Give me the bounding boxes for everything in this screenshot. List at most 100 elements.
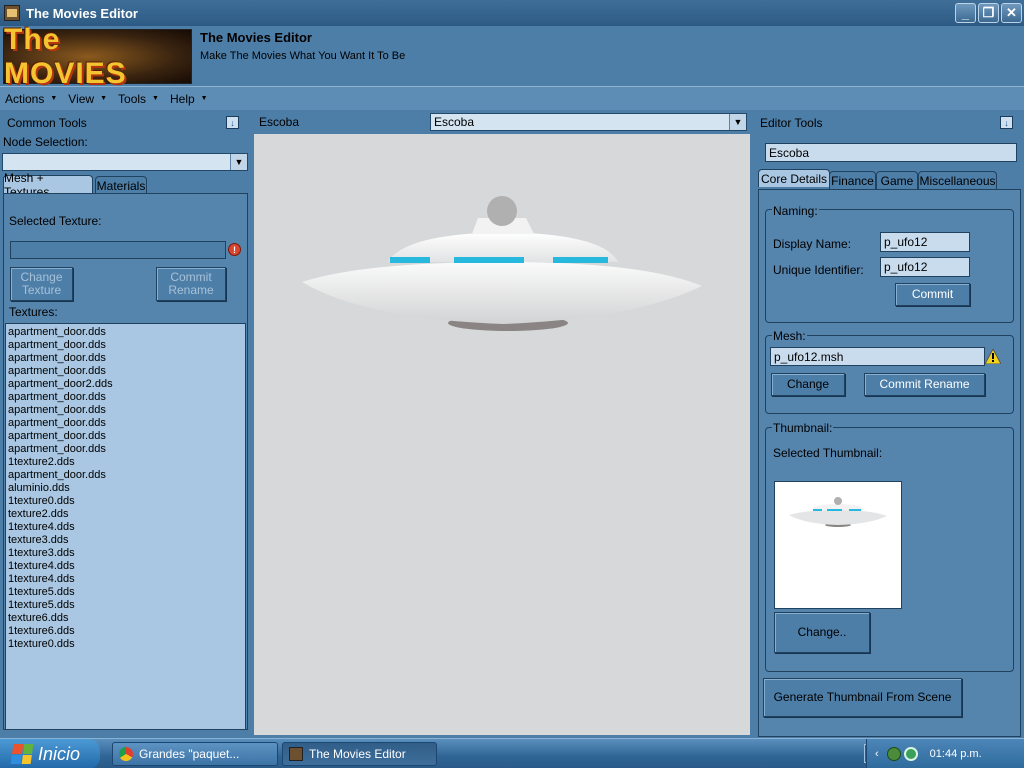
security-icon[interactable] xyxy=(903,747,918,761)
start-button[interactable]: Inicio xyxy=(0,739,100,768)
editor-tools-panel: Editor Tools ↓ Escoba Core Details Finan… xyxy=(752,113,1024,738)
thumbnail-image xyxy=(774,481,902,609)
texture-list-item[interactable]: apartment_door.dds xyxy=(8,469,243,482)
commit-button[interactable]: Commit xyxy=(895,283,970,306)
the-movies-logo: The MOVIES xyxy=(3,23,192,90)
selected-thumbnail-label: Selected Thumbnail: xyxy=(773,446,883,460)
menu-actions[interactable]: Actions ▼ xyxy=(5,92,57,106)
tray-expand-icon[interactable]: ‹ xyxy=(875,748,879,760)
texture-list-item[interactable]: 1texture4.dds xyxy=(8,560,243,573)
common-tools-title: Common Tools xyxy=(7,116,87,130)
tab-materials[interactable]: Materials xyxy=(95,176,147,194)
texture-list-item[interactable]: apartment_door.dds xyxy=(8,365,243,378)
mesh-file-field[interactable]: p_ufo12.msh xyxy=(770,347,985,366)
mesh-change-button[interactable]: Change xyxy=(771,373,845,396)
error-icon: ! xyxy=(228,243,241,256)
clock: 01:44 p.m. xyxy=(929,748,982,760)
network-icon[interactable] xyxy=(886,747,901,761)
texture-list-item[interactable]: apartment_door.dds xyxy=(8,417,243,430)
chrome-icon xyxy=(119,747,133,761)
commit-rename-button[interactable]: Commit Rename xyxy=(156,267,226,301)
ufo-thumbnail xyxy=(789,497,887,527)
textures-list[interactable]: apartment_door.dds apartment_door.dds apar… xyxy=(5,323,246,730)
texture-list-item[interactable]: texture3.dds xyxy=(8,534,243,547)
texture-list-item[interactable]: 1texture0.dds xyxy=(8,638,243,651)
item-name-field[interactable]: Escoba xyxy=(765,143,1017,162)
texture-list-item[interactable]: apartment_door.dds xyxy=(8,326,243,339)
caret-down-icon: ▼ xyxy=(152,95,159,102)
texture-list-item[interactable]: apartment_door.dds xyxy=(8,430,243,443)
texture-list-item[interactable]: apartment_door2.dds xyxy=(8,378,243,391)
texture-list-item[interactable]: 1texture4.dds xyxy=(8,573,243,586)
windows-logo-icon xyxy=(10,744,34,764)
minimize-button[interactable]: _ xyxy=(955,3,976,23)
texture-list-item[interactable]: aluminio.dds xyxy=(8,482,243,495)
app-title: The Movies Editor xyxy=(200,30,312,45)
node-selection-label: Node Selection: xyxy=(3,135,88,149)
caret-down-icon: ▼ xyxy=(100,95,108,102)
texture-list-item[interactable]: apartment_door.dds xyxy=(8,443,243,456)
texture-list-item[interactable]: apartment_door.dds xyxy=(8,404,243,417)
pin-icon[interactable]: ↓ xyxy=(226,116,239,129)
mesh-commit-rename-button[interactable]: Commit Rename xyxy=(864,373,985,396)
tab-miscellaneous[interactable]: Miscellaneous xyxy=(918,171,997,189)
system-tray: ‹ 01:44 p.m. xyxy=(866,739,1024,768)
pin-icon[interactable]: ↓ xyxy=(1000,116,1013,129)
caret-down-icon: ▼ xyxy=(50,95,58,102)
restore-button[interactable]: ❐ xyxy=(978,3,999,23)
app-subtitle: Make The Movies What You Want It To Be xyxy=(200,50,406,62)
model-select[interactable]: Escoba ▼ xyxy=(430,113,747,131)
taskbar: Inicio Grandes "paquet... The Movies Edi… xyxy=(0,738,1024,768)
menu-bar: Actions ▼ View ▼ Tools ▼ Help ▼ xyxy=(0,86,1024,110)
unique-identifier-field[interactable]: p_ufo12 xyxy=(880,257,970,277)
change-texture-button[interactable]: Change Texture xyxy=(10,267,73,301)
viewport-panel: Escoba Escoba ▼ xyxy=(254,113,750,738)
selected-texture-label: Selected Texture: xyxy=(9,214,102,228)
selected-texture-field[interactable] xyxy=(10,241,226,259)
display-name-label: Display Name: xyxy=(773,237,852,251)
texture-list-item[interactable]: 1texture2.dds xyxy=(8,456,243,469)
texture-list-item[interactable]: 1texture5.dds xyxy=(8,599,243,612)
texture-list-item[interactable]: 1texture0.dds xyxy=(8,495,243,508)
texture-list-item[interactable]: apartment_door.dds xyxy=(8,391,243,404)
display-name-field[interactable]: p_ufo12 xyxy=(880,232,970,252)
tab-mesh-textures[interactable]: Mesh + Textures xyxy=(3,171,93,199)
close-button[interactable]: ✕ xyxy=(1001,3,1022,23)
editor-tools-title: Editor Tools xyxy=(760,116,823,130)
chevron-down-icon[interactable]: ▼ xyxy=(729,114,746,130)
mesh-legend: Mesh: xyxy=(772,329,807,343)
tab-core-details[interactable]: Core Details xyxy=(758,169,830,187)
tab-game[interactable]: Game xyxy=(876,171,918,189)
ufo-model-render xyxy=(302,196,702,331)
texture-list-item[interactable]: texture2.dds xyxy=(8,508,243,521)
menu-help[interactable]: Help ▼ xyxy=(170,92,208,106)
texture-list-item[interactable]: apartment_door.dds xyxy=(8,339,243,352)
3d-viewport[interactable] xyxy=(254,134,750,735)
textures-label: Textures: xyxy=(9,305,58,319)
taskbar-item-movies-editor[interactable]: The Movies Editor xyxy=(282,742,437,766)
model-label: Escoba xyxy=(259,115,300,129)
generate-thumbnail-button[interactable]: Generate Thumbnail From Scene xyxy=(763,678,962,717)
common-tools-panel: Common Tools ↓ Node Selection: ▼ Mesh + … xyxy=(0,113,252,738)
unique-identifier-label: Unique Identifier: xyxy=(773,263,864,277)
taskbar-item-browser[interactable]: Grandes "paquet... xyxy=(112,742,278,766)
node-selection-combo[interactable]: ▼ xyxy=(2,153,248,171)
app-header: The MOVIES The Movies Editor Make The Mo… xyxy=(0,23,1024,90)
texture-list-item[interactable]: 1texture5.dds xyxy=(8,586,243,599)
thumbnail-change-button[interactable]: Change.. xyxy=(774,612,870,653)
naming-legend: Naming: xyxy=(772,204,819,218)
texture-list-item[interactable]: apartment_door.dds xyxy=(8,352,243,365)
menu-view[interactable]: View ▼ xyxy=(68,92,107,106)
menu-tools[interactable]: Tools ▼ xyxy=(118,92,159,106)
texture-list-item[interactable]: 1texture6.dds xyxy=(8,625,243,638)
texture-list-item[interactable]: 1texture4.dds xyxy=(8,521,243,534)
chevron-down-icon[interactable]: ▼ xyxy=(230,154,247,170)
app-icon xyxy=(4,5,20,21)
tab-finance[interactable]: Finance xyxy=(829,171,876,189)
texture-list-item[interactable]: texture6.dds xyxy=(8,612,243,625)
window-title: The Movies Editor xyxy=(26,5,138,21)
app-icon xyxy=(289,747,303,761)
texture-list-item[interactable]: 1texture3.dds xyxy=(8,547,243,560)
thumbnail-legend: Thumbnail: xyxy=(772,421,834,435)
caret-down-icon: ▼ xyxy=(200,95,208,102)
